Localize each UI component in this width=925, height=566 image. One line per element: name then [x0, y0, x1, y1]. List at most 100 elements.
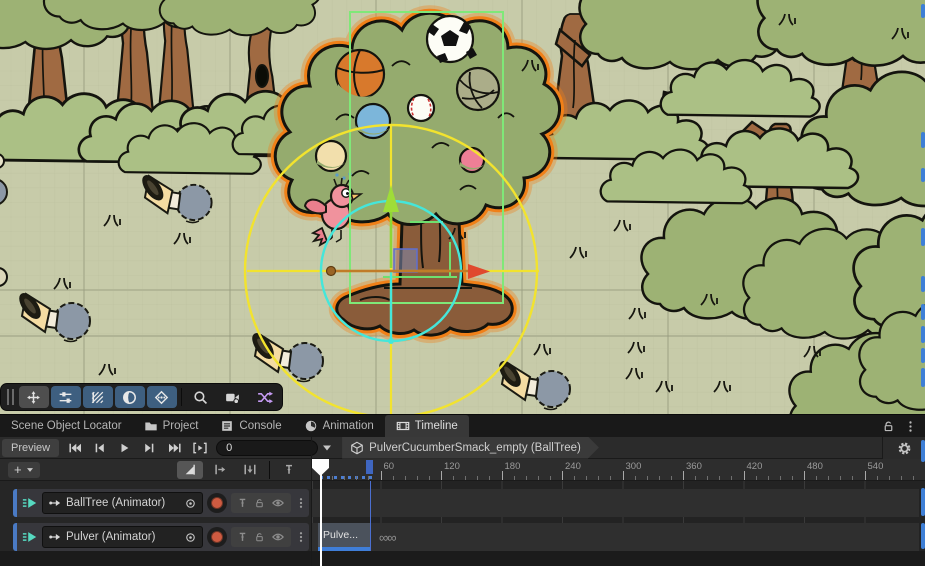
pin-icon[interactable]: [237, 531, 248, 543]
grid-hatch-tool-button[interactable]: [83, 386, 113, 408]
kebab-menu-icon[interactable]: [295, 496, 307, 510]
timeline-ruler[interactable]: 060120180240300360420480540: [312, 459, 925, 481]
kebab-menu-icon[interactable]: [904, 420, 917, 433]
unlock-icon[interactable]: [254, 531, 265, 543]
curves-view-button[interactable]: [177, 461, 203, 479]
timeline-end-marker[interactable]: [366, 460, 373, 474]
go-to-start-button[interactable]: [62, 438, 87, 458]
scrollbar-segment[interactable]: [921, 488, 925, 516]
track-lane-balltree[interactable]: [312, 489, 919, 517]
scrollbar-segment[interactable]: [921, 326, 925, 343]
shuffle-icon: [256, 389, 273, 406]
move-tool-button[interactable]: [19, 386, 49, 408]
blue-ball[interactable]: [356, 104, 390, 138]
animation-track-icon: [22, 496, 38, 510]
plane-handle[interactable]: [394, 249, 417, 272]
caret-down-icon: [26, 467, 34, 473]
animator-icon: [48, 531, 62, 543]
shuffle-tool-button[interactable]: [249, 386, 279, 408]
cream-ball[interactable]: [316, 141, 346, 171]
play-range-button[interactable]: [187, 438, 212, 458]
skip-end-icon: [168, 442, 182, 454]
ruler-major-tick: [562, 471, 563, 480]
pin-icon[interactable]: [237, 497, 248, 509]
camera-tool-button[interactable]: [217, 386, 247, 408]
kebab-menu-icon[interactable]: [295, 530, 307, 544]
ruler-minor-tick: [659, 476, 660, 480]
prev-frame-icon: [93, 442, 106, 454]
toolbar-drag-handle[interactable]: [7, 389, 14, 405]
scrollbar-segment[interactable]: [921, 368, 925, 387]
scene-viewport[interactable]: [0, 0, 925, 414]
add-track-button[interactable]: +: [8, 462, 40, 478]
x-axis-origin-handle[interactable]: [327, 267, 336, 276]
scrollbar-segment[interactable]: [921, 168, 925, 182]
scrollbar-segment[interactable]: [921, 276, 925, 292]
tab-scene-object-locator[interactable]: Scene Object Locator: [0, 415, 133, 437]
clip-edit-mode-replace-button[interactable]: [237, 461, 263, 479]
ruler-minor-tick: [756, 476, 757, 480]
record-toggle[interactable]: [207, 493, 227, 513]
tab-label: Project: [163, 420, 199, 432]
object-picker-icon[interactable]: [184, 497, 197, 510]
scrollbar-segment[interactable]: [921, 228, 925, 246]
ruler-major-tick: [683, 471, 684, 480]
scrollbar-segment[interactable]: [921, 4, 925, 18]
scrollbar-segment[interactable]: [921, 440, 925, 462]
track-header-balltree[interactable]: BallTree (Animator): [13, 489, 309, 517]
animation-track-icon: [22, 530, 38, 544]
marker-pin-button[interactable]: [276, 461, 302, 479]
frame-options-dropdown[interactable]: [318, 438, 336, 458]
play-button[interactable]: [112, 438, 137, 458]
gear-icon[interactable]: [897, 441, 912, 456]
track-binding-field[interactable]: Pulver (Animator): [42, 526, 203, 548]
search-tool-button[interactable]: [185, 386, 215, 408]
ruler-minor-tick: [695, 476, 696, 480]
ruler-label: 540: [868, 461, 884, 472]
record-toggle[interactable]: [207, 527, 227, 547]
folder-icon: [144, 419, 158, 433]
unlock-icon[interactable]: [254, 497, 265, 509]
track-lane-pulver[interactable]: Pulve... ∞∞: [312, 523, 919, 551]
ruler-minor-tick: [538, 476, 539, 480]
ruler-major-tick: [623, 471, 624, 480]
playhead-line[interactable]: [320, 473, 322, 566]
unlock-icon[interactable]: [882, 420, 895, 433]
object-picker-icon[interactable]: [184, 531, 197, 544]
frame-number-input[interactable]: 0: [216, 440, 318, 456]
ruler-major-tick: [744, 471, 745, 480]
track-header-pulver[interactable]: Pulver (Animator): [13, 523, 309, 551]
clip-end-guide-line: [370, 481, 371, 551]
record-dot: [211, 531, 223, 543]
scrollbar-segment[interactable]: [921, 304, 925, 320]
animation-clip[interactable]: Pulve...: [318, 523, 370, 551]
preview-toggle-button[interactable]: Preview: [2, 439, 59, 457]
tab-console[interactable]: Console: [209, 415, 292, 437]
track-binding-field[interactable]: BallTree (Animator): [42, 492, 203, 514]
scrollbar-segment[interactable]: [921, 523, 925, 549]
ruler-minor-tick: [344, 476, 345, 480]
go-to-end-button[interactable]: [162, 438, 187, 458]
eye-icon[interactable]: [271, 531, 285, 543]
gizmo-2d-tool-button[interactable]: [147, 386, 177, 408]
curves-icon: [183, 463, 197, 476]
clip-edit-mode-mix-button[interactable]: [207, 461, 233, 479]
move-icon: [25, 389, 42, 406]
ruler-label: 480: [807, 461, 823, 472]
scene-canvas[interactable]: [0, 0, 925, 414]
tab-timeline[interactable]: Timeline: [385, 415, 469, 437]
ruler-label: 60: [384, 461, 395, 472]
tab-label: Scene Object Locator: [11, 420, 122, 432]
previous-frame-button[interactable]: [87, 438, 112, 458]
next-frame-button[interactable]: [137, 438, 162, 458]
ruler-minor-tick: [417, 476, 418, 480]
scrollbar-segment[interactable]: [921, 348, 925, 363]
ruler-minor-tick: [477, 476, 478, 480]
eye-icon[interactable]: [271, 497, 285, 509]
scrollbar-segment[interactable]: [921, 132, 925, 148]
timeline-breadcrumb[interactable]: PulverCucumberSmack_empty (BallTree): [342, 437, 599, 459]
sphere-tool-button[interactable]: [115, 386, 145, 408]
tab-animation[interactable]: Animation: [293, 415, 385, 437]
tab-project[interactable]: Project: [133, 415, 210, 437]
mixer-tool-button[interactable]: [51, 386, 81, 408]
